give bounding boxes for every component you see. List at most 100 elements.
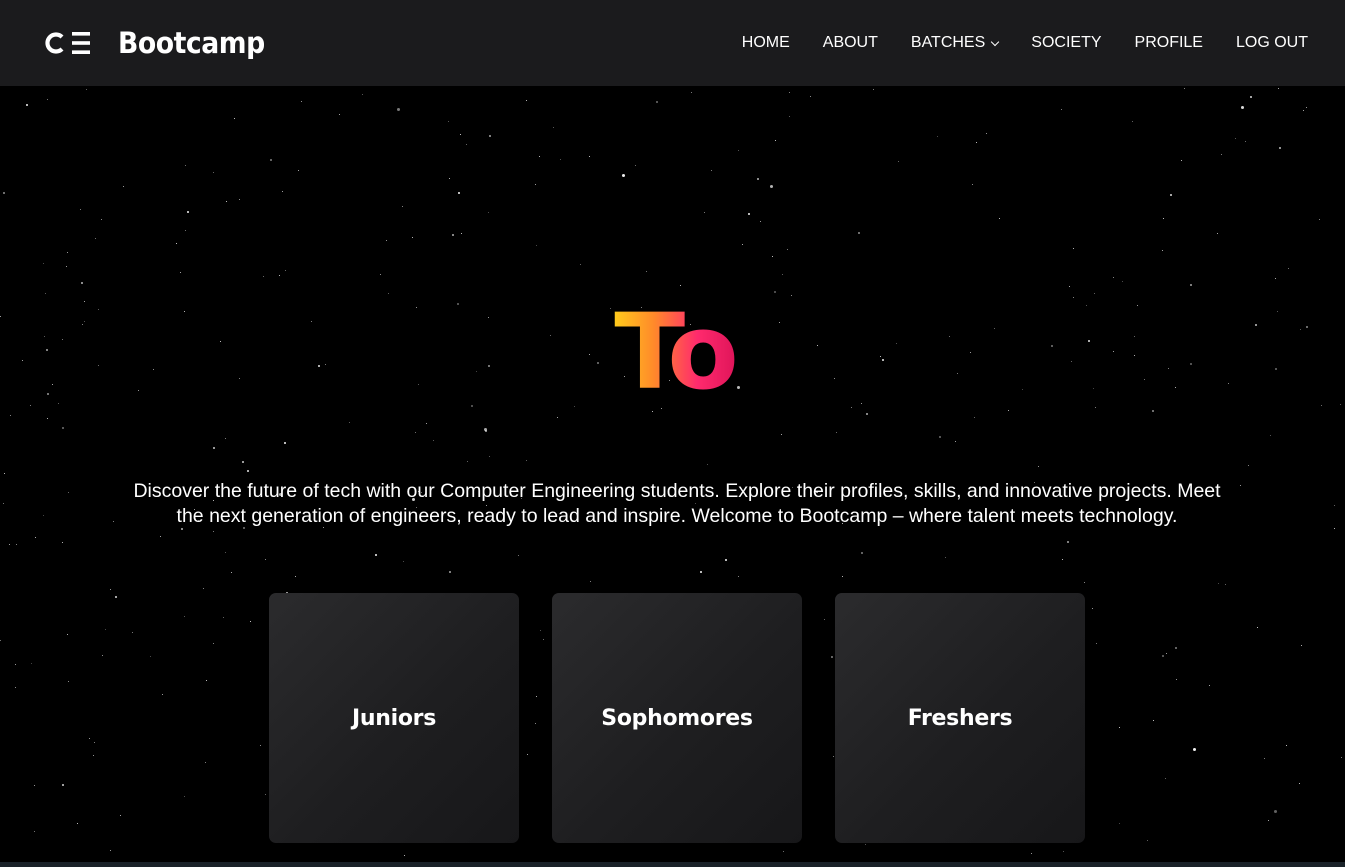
star — [1175, 647, 1177, 649]
star — [62, 784, 64, 786]
star — [295, 576, 296, 577]
batch-card-label: Sophomores — [601, 706, 753, 731]
star — [213, 643, 214, 644]
star — [375, 554, 377, 556]
star — [1218, 583, 1219, 584]
star — [1038, 466, 1039, 467]
star — [986, 133, 987, 134]
star — [1119, 727, 1120, 728]
star — [1119, 823, 1120, 824]
nav-profile[interactable]: PROFILE — [1135, 34, 1203, 52]
star — [94, 742, 95, 743]
star — [700, 571, 702, 573]
logo-c-icon — [45, 32, 64, 54]
star — [711, 170, 712, 171]
star — [1286, 745, 1287, 746]
star — [225, 438, 226, 439]
star — [1288, 268, 1289, 269]
star — [205, 762, 206, 763]
logo-text[interactable]: Bootcamp — [118, 26, 265, 60]
star — [242, 461, 244, 463]
star — [704, 212, 705, 213]
star — [1165, 778, 1166, 779]
star — [426, 423, 427, 424]
star — [976, 142, 977, 143]
star — [1257, 627, 1258, 628]
nav-home[interactable]: HOME — [742, 34, 790, 52]
star — [680, 285, 681, 286]
star — [760, 221, 761, 222]
star — [1301, 645, 1302, 646]
star — [1235, 138, 1236, 139]
star — [1181, 160, 1182, 161]
nav-logout[interactable]: LOG OUT — [1236, 34, 1308, 52]
page: Bootcamp HOME ABOUT BATCHES SOCIETY PROF… — [0, 0, 1345, 867]
star — [485, 430, 487, 432]
star — [3, 192, 5, 194]
nav-batches[interactable]: BATCHES — [911, 34, 1000, 52]
star — [1245, 141, 1246, 142]
star — [81, 282, 83, 284]
star — [247, 470, 249, 472]
star — [1067, 541, 1069, 543]
star — [15, 687, 16, 688]
star — [1061, 109, 1062, 110]
star — [203, 588, 204, 589]
nav-profile-label: PROFILE — [1134, 34, 1203, 51]
batch-card-sophomores[interactable]: Sophomores — [552, 593, 802, 843]
star — [225, 552, 226, 553]
star — [1153, 720, 1154, 721]
star — [282, 191, 283, 192]
star — [489, 135, 491, 137]
star — [150, 656, 151, 657]
nav-about[interactable]: ABOUT — [823, 34, 878, 52]
star — [47, 418, 48, 419]
star — [748, 213, 750, 215]
star — [47, 99, 48, 100]
star — [101, 219, 102, 220]
nav-society[interactable]: SOCIETY — [1031, 34, 1101, 52]
navbar: Bootcamp HOME ABOUT BATCHES SOCIETY PROF… — [0, 0, 1345, 86]
star — [488, 212, 489, 213]
star — [489, 456, 490, 457]
star — [1275, 278, 1276, 279]
star — [783, 851, 784, 852]
star — [865, 844, 866, 845]
star — [1193, 748, 1196, 751]
star — [1113, 277, 1114, 278]
batch-card-freshers[interactable]: Freshers — [835, 593, 1085, 843]
star — [1132, 121, 1133, 122]
star — [10, 415, 11, 416]
batch-card-juniors[interactable]: Juniors — [269, 593, 519, 843]
star — [861, 552, 863, 554]
star — [386, 240, 387, 241]
star — [1240, 485, 1241, 486]
star — [810, 96, 811, 97]
star — [1248, 465, 1249, 466]
star — [725, 559, 727, 561]
page-bottom-edge — [0, 862, 1345, 867]
batch-card-label: Freshers — [907, 706, 1013, 731]
star — [89, 738, 90, 739]
star — [858, 232, 860, 234]
star — [466, 144, 467, 145]
star — [223, 617, 224, 618]
star — [1341, 757, 1342, 758]
star — [120, 815, 121, 816]
star — [448, 121, 449, 122]
star — [16, 544, 17, 545]
star — [35, 537, 36, 538]
star — [1334, 528, 1335, 529]
star — [9, 544, 10, 545]
star — [1217, 233, 1218, 234]
star — [95, 238, 96, 239]
star — [1096, 643, 1097, 644]
star — [402, 206, 403, 207]
star — [1031, 853, 1032, 854]
star — [123, 186, 124, 187]
star — [1306, 107, 1307, 108]
star — [738, 150, 739, 151]
logo[interactable] — [44, 32, 90, 54]
star — [789, 116, 790, 117]
star — [707, 464, 708, 465]
